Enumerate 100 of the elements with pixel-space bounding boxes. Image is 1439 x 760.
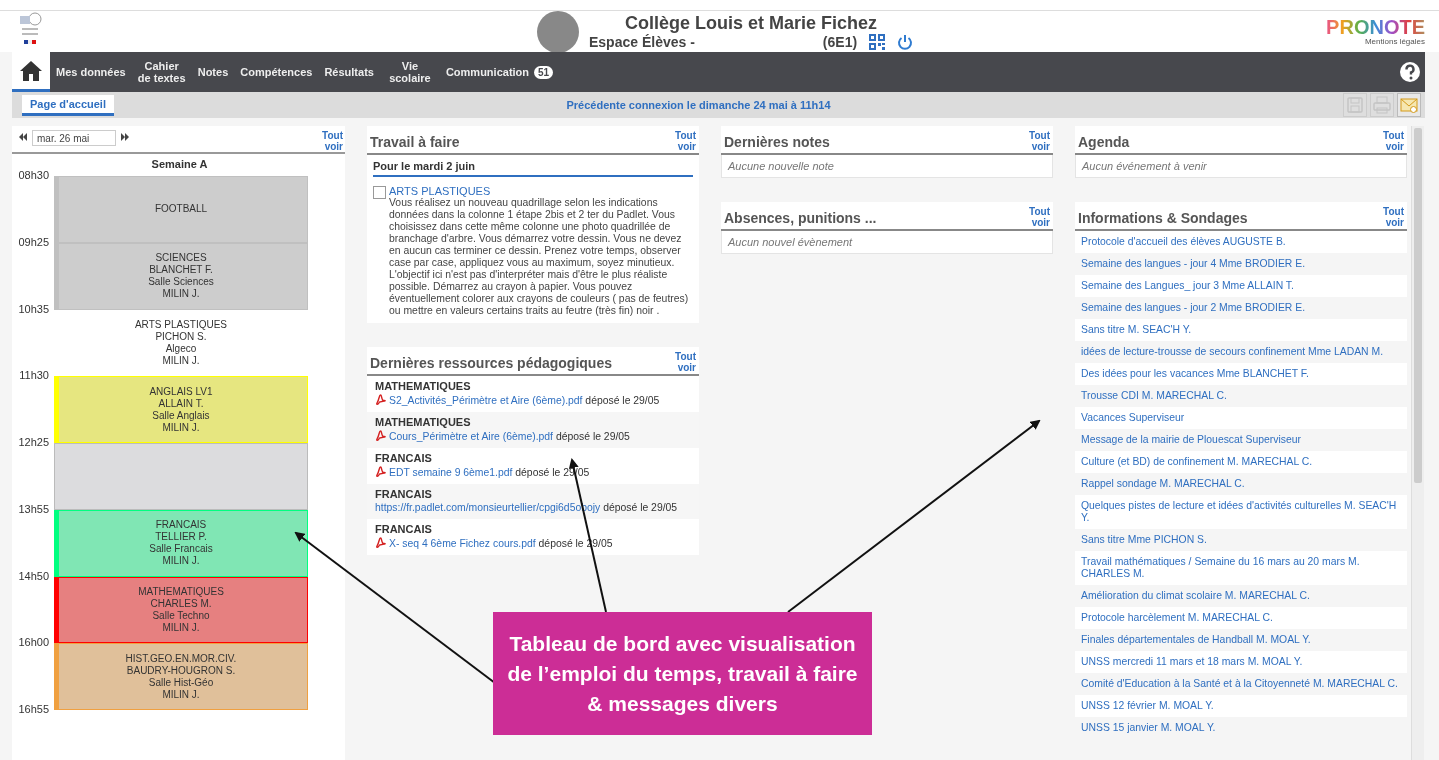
subject-label: FRANCAIS bbox=[375, 523, 433, 535]
panel-title: Absences, punitions ... bbox=[724, 209, 877, 226]
see-all-link[interactable]: Tout voir bbox=[1024, 206, 1050, 228]
subject-label: MATHEMATIQUES bbox=[375, 380, 472, 392]
information-link[interactable]: Comité d'Education à la Santé et à la Citoyenneté M. MARECHAL C. bbox=[1075, 673, 1407, 695]
information-link[interactable]: Finales départementales de Handball M. MOAL Y. bbox=[1075, 629, 1407, 651]
legal-link[interactable]: Mentions légales bbox=[1364, 37, 1425, 46]
information-link[interactable]: Sans titre M. SEAC'H Y. bbox=[1075, 319, 1407, 341]
information-link[interactable]: idées de lecture-trousse de secours confinement Mme LADAN M. bbox=[1075, 341, 1407, 363]
file-link[interactable]: S2_Activités_Périmètre et Aire (6ème).pdf bbox=[389, 395, 583, 406]
nav-menu-item[interactable]: Vie scolaire bbox=[379, 52, 440, 92]
file-link[interactable]: X- seq 4 6ème Fichez cours.pdf bbox=[389, 538, 536, 549]
home-icon bbox=[19, 59, 43, 82]
file-link[interactable]: EDT semaine 9 6ème1.pdf bbox=[389, 467, 513, 478]
scrollbar[interactable] bbox=[1411, 126, 1424, 760]
lesson-text: MILIN J. bbox=[161, 288, 201, 301]
subject-label: FRANCAIS bbox=[375, 452, 433, 464]
nav-menu-item[interactable]: Résultats bbox=[318, 52, 380, 92]
subject-label: MATHEMATIQUES bbox=[375, 416, 472, 428]
panel-title: Travail à faire bbox=[370, 133, 460, 150]
panel-title: Dernières notes bbox=[724, 133, 830, 150]
see-all-link[interactable]: Tout voir bbox=[1378, 206, 1404, 228]
next-day-button[interactable] bbox=[118, 130, 132, 144]
nav-menu-item[interactable]: Compétences bbox=[234, 52, 319, 92]
date-field[interactable]: mar. 26 mai bbox=[32, 130, 116, 146]
double-chevron-left-icon bbox=[18, 132, 28, 142]
empty-message: Aucun nouvel évènement bbox=[721, 231, 1053, 254]
information-link[interactable]: Semaine des langues - jour 4 Mme BRODIER E. bbox=[1075, 253, 1407, 275]
file-link[interactable]: Cours_Périmètre et Aire (6ème).pdf bbox=[389, 431, 553, 442]
page-tab[interactable]: Page d'accueil bbox=[22, 94, 114, 116]
see-all-link[interactable]: Tout voir bbox=[1024, 130, 1050, 152]
lesson-block[interactable]: FRANCAIS TELLIER P. Salle Francais MILIN J. bbox=[54, 509, 308, 577]
panel-title: Informations & Sondages bbox=[1078, 209, 1248, 226]
upload-date: déposé le 29/05 bbox=[554, 431, 630, 442]
scrollbar-thumb[interactable] bbox=[1414, 128, 1422, 483]
lesson-text: HIST.GEO.EN.MOR.CIV. bbox=[125, 652, 237, 665]
time-label: 13h55 bbox=[17, 502, 50, 517]
time-label: 09h25 bbox=[17, 235, 50, 250]
home-button[interactable] bbox=[12, 52, 50, 92]
week-label: Semaine A bbox=[150, 157, 209, 172]
lesson-text: Algeco bbox=[164, 342, 198, 355]
information-link[interactable]: UNSS mercredi 11 mars et 18 mars M. MOAL Y. bbox=[1075, 651, 1407, 673]
avatar bbox=[537, 10, 579, 53]
information-link[interactable]: Semaine des langues - jour 2 Mme BRODIER E. bbox=[1075, 297, 1407, 319]
lesson-text: CHARLES M. bbox=[149, 597, 213, 610]
nav-menu-item[interactable]: Mes données bbox=[50, 52, 132, 92]
information-link[interactable]: Protocole d'accueil des élèves AUGUSTE B. bbox=[1075, 231, 1407, 253]
lesson-block[interactable]: MATHEMATIQUES CHARLES M. Salle Techno MILIN J. bbox=[54, 576, 308, 644]
information-link[interactable]: Sans titre Mme PICHON S. bbox=[1075, 529, 1407, 551]
information-link[interactable]: Protocole harcèlement M. MARECHAL C. bbox=[1075, 607, 1407, 629]
information-link[interactable]: Semaine des Langues_ jour 3 Mme ALLAIN T. bbox=[1075, 275, 1407, 297]
subject-link[interactable]: ARTS PLASTIQUES bbox=[389, 185, 693, 197]
time-label: 10h35 bbox=[17, 302, 50, 317]
pdf-file-icon bbox=[375, 466, 386, 478]
count-badge: 51 bbox=[534, 65, 554, 79]
lesson-text: ALLAIN T. bbox=[157, 397, 205, 410]
information-link[interactable]: Rappel sondage M. MARECHAL C. bbox=[1075, 473, 1407, 495]
envelope-icon bbox=[1399, 95, 1419, 115]
pronote-logo: PRONOTE bbox=[1326, 17, 1425, 37]
lesson-text: MILIN J. bbox=[161, 688, 201, 701]
panel-title: Agenda bbox=[1078, 133, 1130, 150]
information-link[interactable]: UNSS 15 janvier M. MOAL Y. bbox=[1075, 717, 1407, 739]
information-link[interactable]: Des idées pour les vacances Mme BLANCHET F. bbox=[1075, 363, 1407, 385]
information-link[interactable]: Quelques pistes de lecture et idées d'activités culturelles M. SEAC'H Y. bbox=[1075, 495, 1407, 529]
lesson-text: MATHEMATIQUES bbox=[138, 585, 224, 598]
see-all-link[interactable]: Tout voir bbox=[317, 130, 343, 152]
lesson-text: FRANCAIS bbox=[154, 519, 208, 532]
lesson-block[interactable]: HIST.GEO.EN.MOR.CIV. BAUDRY-HOUGRON S. Salle Hist-Géo MILIN J. bbox=[54, 643, 308, 710]
lesson-block[interactable]: ANGLAIS LV1 ALLAIN T. Salle Anglais MILIN J. bbox=[54, 376, 308, 443]
nav-menu-item[interactable]: Cahier de textes bbox=[131, 52, 192, 92]
upload-date: déposé le 29/05 bbox=[602, 502, 678, 513]
information-link[interactable]: UNSS 12 février M. MOAL Y. bbox=[1075, 695, 1407, 717]
information-link[interactable]: Trousse CDI M. MARECHAL C. bbox=[1075, 385, 1407, 407]
information-link[interactable]: Travail mathématiques / Semaine du 16 mars au 20 mars M. CHARLES M. bbox=[1075, 551, 1407, 585]
lesson-text: MILIN J. bbox=[161, 354, 201, 367]
information-link[interactable]: Culture (et BD) de confinement M. MARECHAL C. bbox=[1075, 451, 1407, 473]
qr-code-icon[interactable] bbox=[869, 34, 886, 50]
homework-text: Vous réalisez un nouveau quadrillage selon les indications données dans la colonne 1 étape 2bis et 2 ter du Padlet. Vous choisissez dans cette même colonne une photo quadrillée de branchage d'arbre. Vous démarrez votre dessin. Vous ne devez en aucun cas terminer ce dessin. Prenez votre temps, observer case par case, appliquez vous au maximum, soyez minutieux. L'objectif ici n'est pas d'interpréter mais d'être le plus réaliste possible. Démarrez au crayon à papier. Vous pouvez éventuellement colorer aux crayons de couleurs ( pas de feutres) ou mettre en valeurs certains traits au feutre (très fin) noir . bbox=[389, 197, 690, 317]
lesson-text: BAUDRY-HOUGRON S. bbox=[125, 664, 237, 677]
information-link[interactable]: Vacances Superviseur bbox=[1075, 407, 1407, 429]
lesson-text: MILIN J. bbox=[161, 555, 201, 568]
information-link[interactable]: Amélioration du climat scolaire M. MARECHAL C. bbox=[1075, 585, 1407, 607]
lesson-text: FOOTBALL bbox=[154, 203, 208, 216]
subject-label: FRANCAIS bbox=[375, 488, 433, 500]
lesson-text: TELLIER P. bbox=[154, 531, 208, 544]
lesson-block[interactable]: SCIENCES BLANCHET F. Salle Sciences MILIN J. bbox=[54, 242, 308, 310]
see-all-link[interactable]: Tout voir bbox=[670, 130, 696, 152]
see-all-link[interactable]: Tout voir bbox=[1378, 130, 1404, 152]
lesson-text: PICHON S. bbox=[154, 330, 208, 343]
nav-menu-item[interactable]: Notes bbox=[191, 52, 235, 92]
lesson-text: MILIN J. bbox=[161, 421, 201, 434]
see-all-link[interactable]: Tout voir bbox=[670, 351, 696, 373]
power-icon[interactable] bbox=[897, 34, 914, 50]
done-checkbox[interactable] bbox=[373, 186, 386, 199]
space-label: Espace Élèves - bbox=[589, 34, 695, 50]
lesson-block[interactable]: FOOTBALL bbox=[54, 176, 308, 243]
information-link[interactable]: Message de la mairie de Plouescat Superviseur bbox=[1075, 429, 1407, 451]
help-icon[interactable] bbox=[1399, 61, 1421, 83]
time-label: 16h00 bbox=[17, 636, 50, 651]
panel-title: Dernières ressources pédagogiques bbox=[370, 354, 612, 371]
